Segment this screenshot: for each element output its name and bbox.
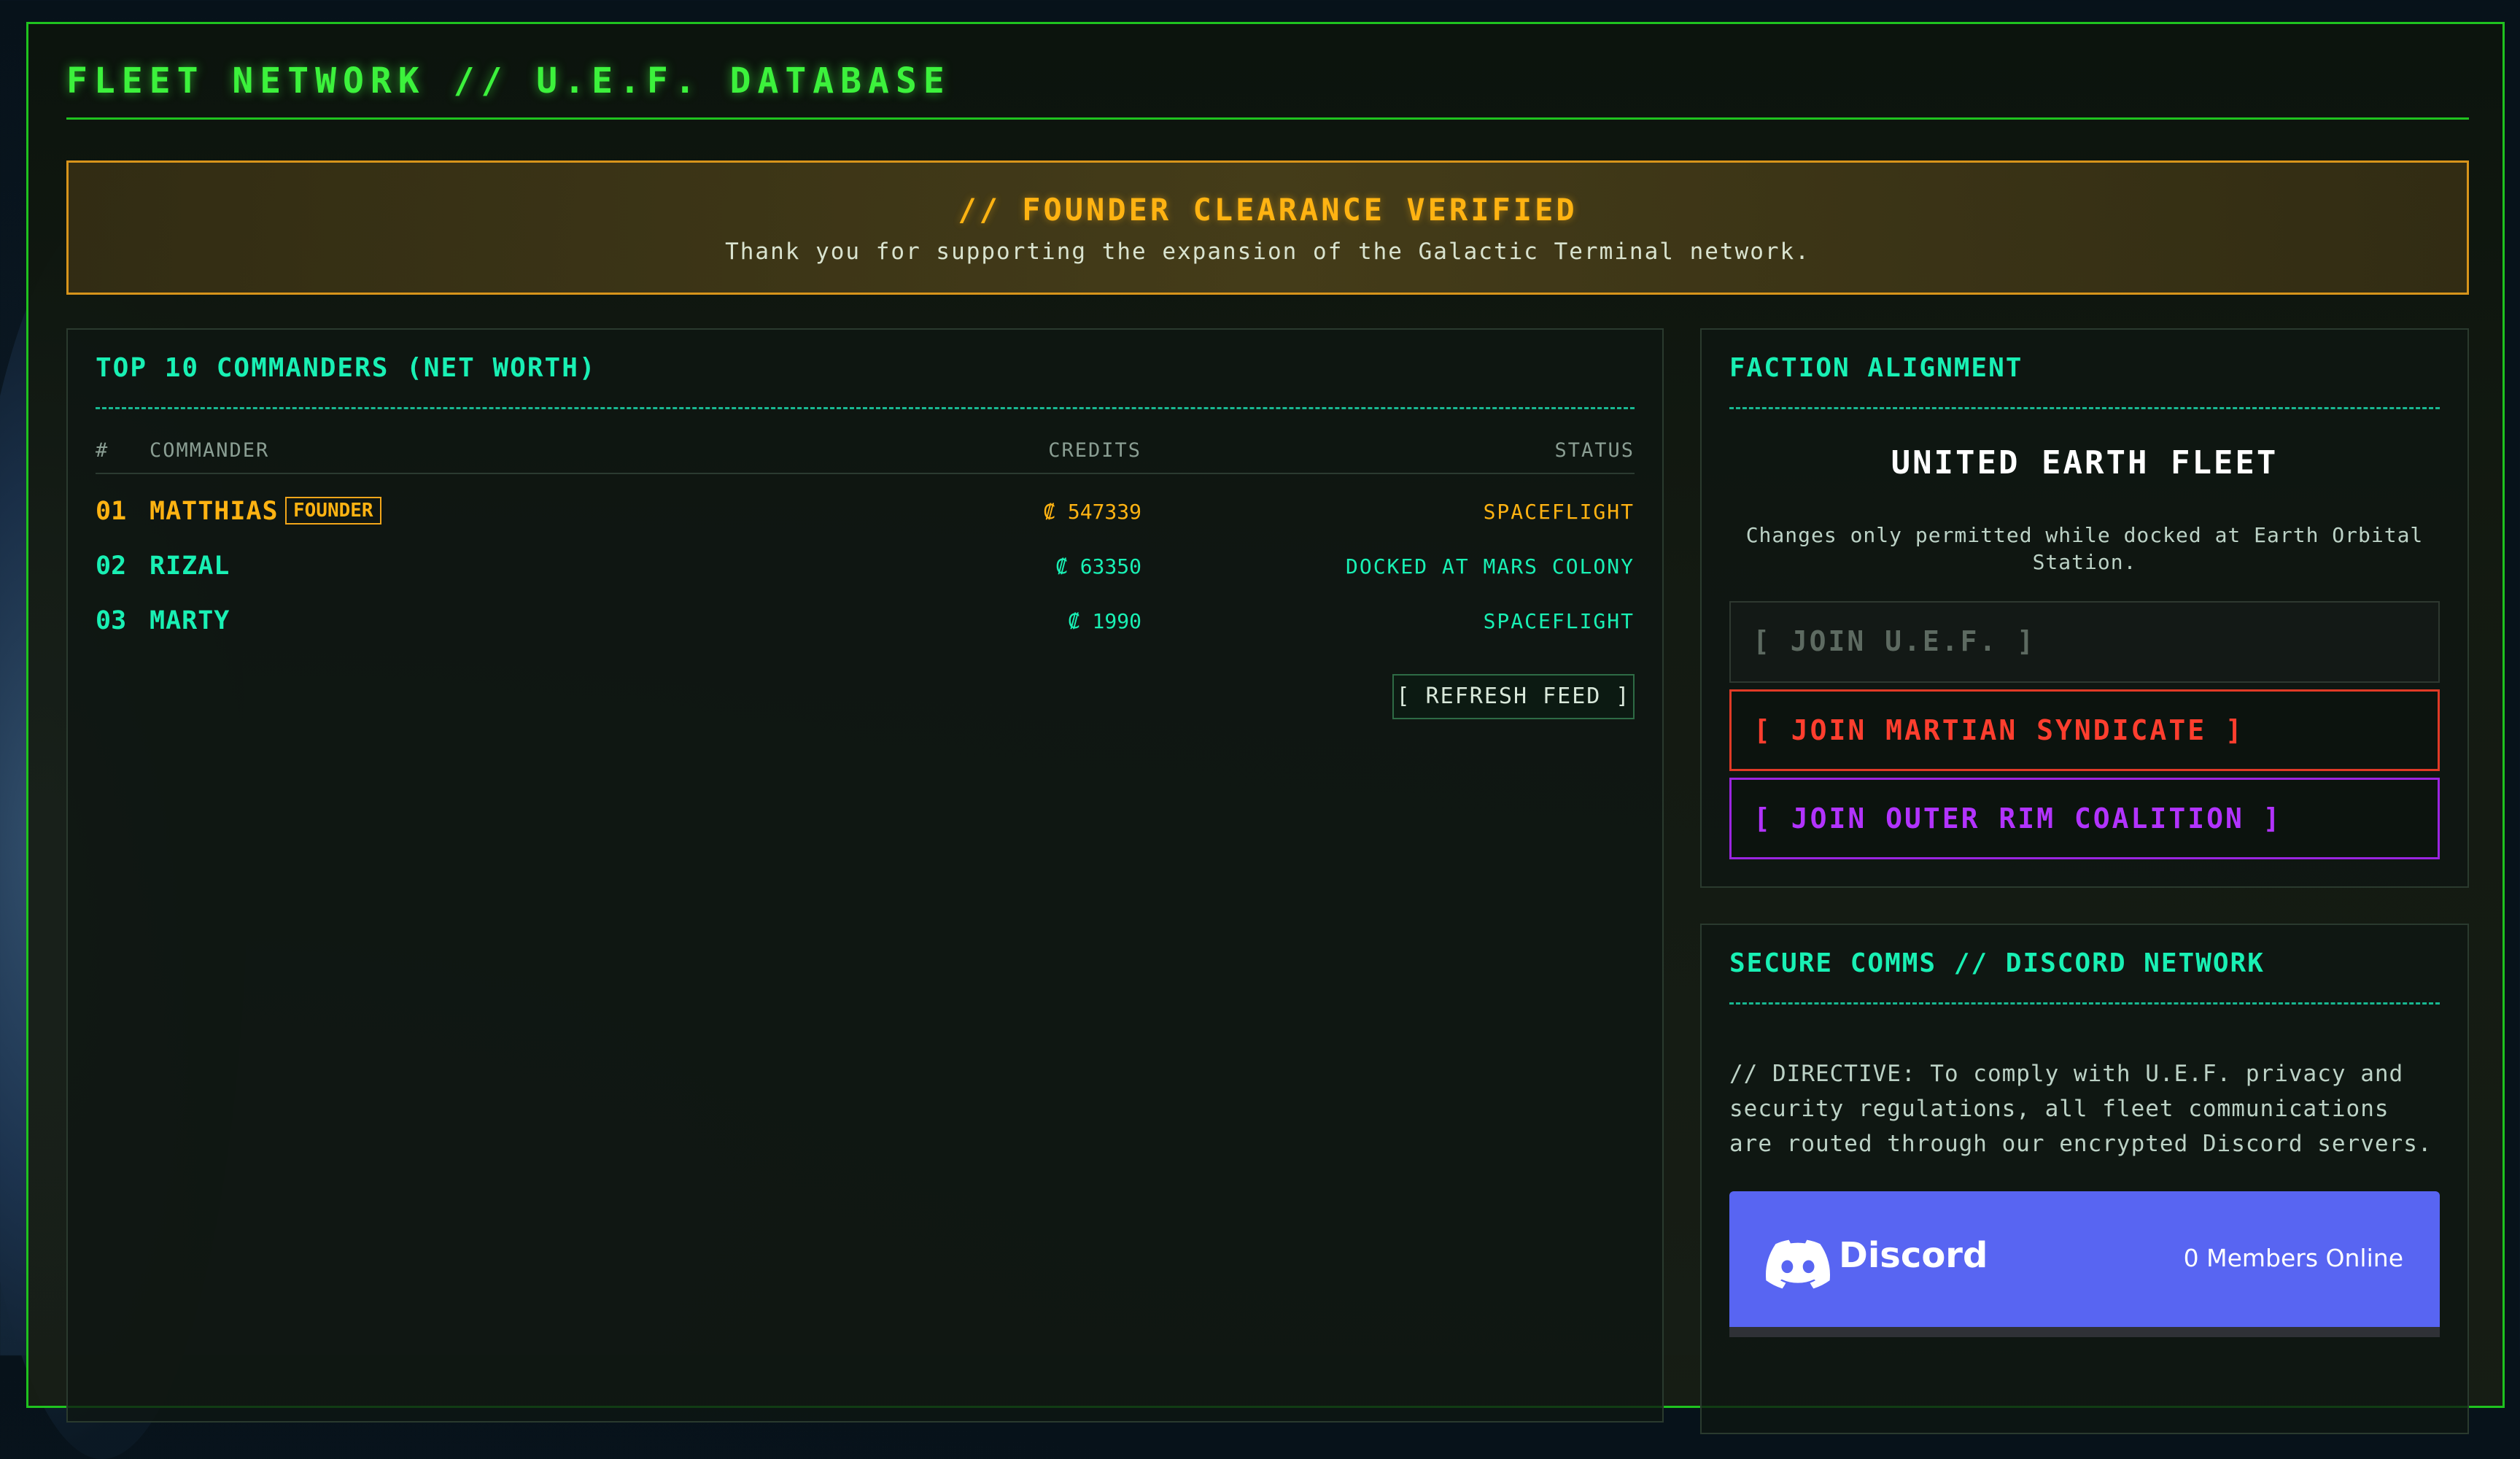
faction-change-note: Changes only permitted while docked at E… [1745, 523, 2424, 574]
join-uef-button[interactable]: [ JOIN U.E.F. ] [1729, 601, 2440, 683]
table-header-divider [96, 473, 1635, 474]
comms-title: SECURE COMMS // DISCORD NETWORK [1729, 948, 2265, 978]
header-divider [66, 117, 2469, 120]
commander-name: MARTY [150, 606, 230, 635]
leaderboard-divider [96, 407, 1635, 409]
column-header-status: STATUS [1554, 439, 1635, 462]
refresh-feed-button[interactable]: [ REFRESH FEED ] [1392, 674, 1635, 719]
table-row: 02 RIZAL ₡ 63350 DOCKED AT MARS COLONY [68, 544, 1662, 588]
commander-name: MATTHIAS [150, 497, 279, 526]
column-header-rank: # [96, 439, 109, 462]
row-rank: 03 [96, 606, 127, 635]
founder-banner-title: // FOUNDER CLEARANCE VERIFIED [958, 192, 1578, 228]
table-row: 03 MARTY ₡ 1990 SPACEFLIGHT [68, 599, 1662, 643]
commander-credits: ₡ 547339 [1043, 500, 1141, 524]
comms-divider [1729, 1002, 2440, 1005]
column-header-commander: COMMANDER [150, 439, 270, 462]
faction-divider [1729, 407, 2440, 409]
faction-panel: FACTION ALIGNMENT UNITED EARTH FLEET Cha… [1700, 328, 2469, 888]
page-title: FLEET NETWORK // U.E.F. DATABASE [66, 61, 951, 101]
row-rank: 02 [96, 552, 127, 581]
founder-banner-message: Thank you for supporting the expansion o… [725, 239, 1810, 265]
discord-members-online: 0 Members Online [2183, 1244, 2403, 1272]
faction-title: FACTION ALIGNMENT [1729, 353, 2023, 383]
discord-logo-icon [1766, 1239, 1831, 1289]
column-header-credits: CREDITS [1048, 439, 1141, 462]
commander-credits: ₡ 63350 [1055, 554, 1141, 578]
discord-widget-body [1729, 1327, 2440, 1337]
current-faction-name: UNITED EARTH FLEET [1891, 444, 2279, 481]
secure-comms-panel: SECURE COMMS // DISCORD NETWORK // DIREC… [1700, 924, 2469, 1434]
founder-banner: // FOUNDER CLEARANCE VERIFIED Thank you … [66, 160, 2469, 295]
commander-status: DOCKED AT MARS COLONY [1345, 554, 1635, 578]
leaderboard-panel: TOP 10 COMMANDERS (NET WORTH) # COMMANDE… [66, 328, 1664, 1423]
discord-widget[interactable]: Discord 0 Members Online [1729, 1191, 2440, 1337]
join-martian-syndicate-button[interactable]: [ JOIN MARTIAN SYNDICATE ] [1729, 689, 2440, 771]
discord-brand-label: Discord [1839, 1235, 1988, 1276]
fleet-terminal-window: FLEET NETWORK // U.E.F. DATABASE // FOUN… [26, 22, 2505, 1434]
comms-directive-text: // DIRECTIVE: To comply with U.E.F. priv… [1729, 1061, 2432, 1157]
commander-status: SPACEFLIGHT [1483, 609, 1635, 633]
table-row: 01 MATTHIAS FOUNDER ₡ 547339 SPACEFLIGHT [68, 489, 1662, 533]
row-rank: 01 [96, 497, 127, 526]
join-outer-rim-coalition-button[interactable]: [ JOIN OUTER RIM COALITION ] [1729, 778, 2440, 859]
commander-status: SPACEFLIGHT [1483, 500, 1635, 524]
leaderboard-title: TOP 10 COMMANDERS (NET WORTH) [96, 353, 597, 383]
commander-name: RIZAL [150, 552, 230, 581]
commander-credits: ₡ 1990 [1067, 609, 1141, 633]
founder-badge: FOUNDER [285, 497, 381, 525]
